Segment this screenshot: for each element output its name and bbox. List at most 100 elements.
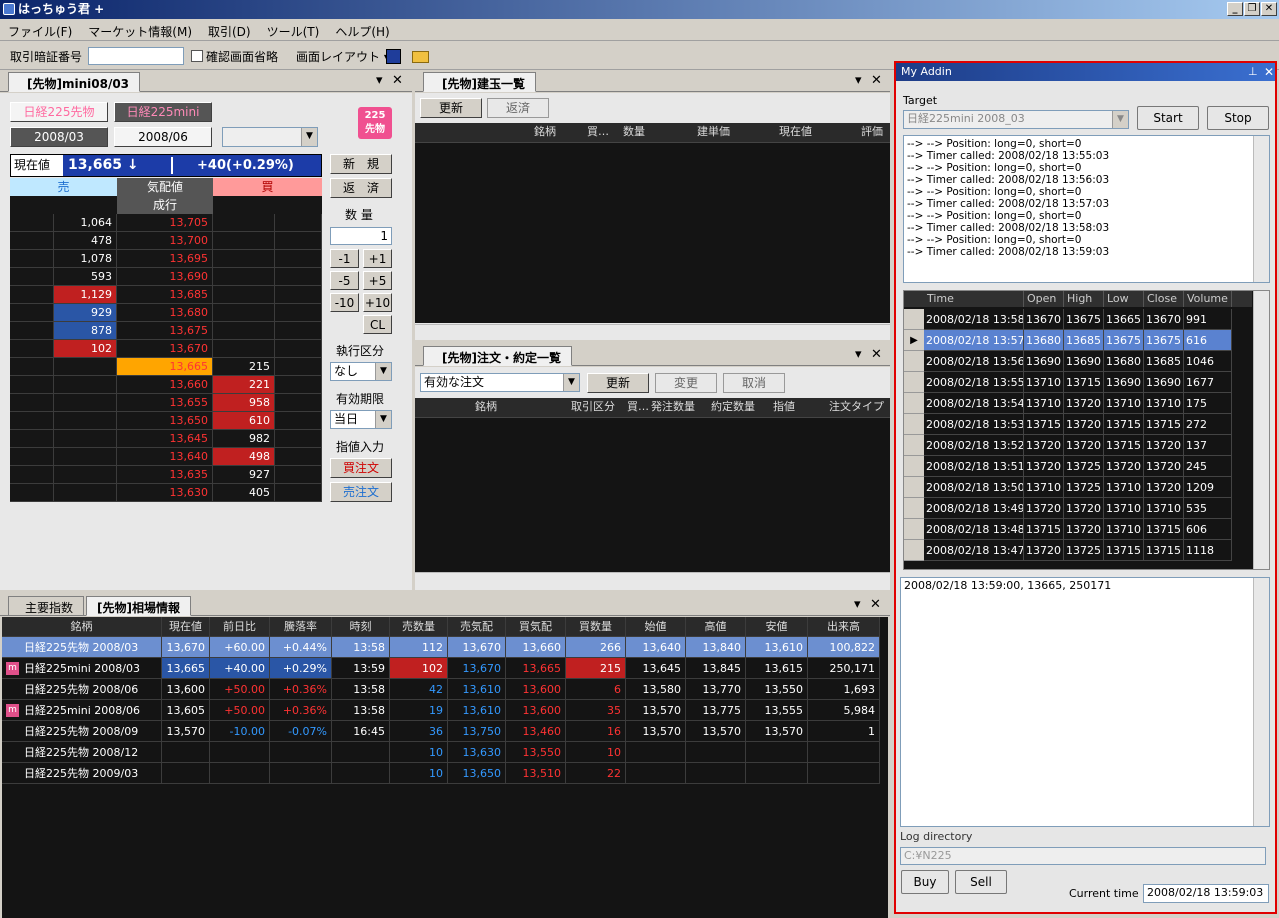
ohlc-value-cell[interactable]: 13670 xyxy=(1024,309,1064,330)
ohlc-value-cell[interactable]: 13715 xyxy=(1144,540,1184,561)
market-cell[interactable]: 112 xyxy=(390,637,448,658)
market-cell[interactable]: 13,845 xyxy=(686,658,746,679)
market-cell[interactable] xyxy=(626,763,686,784)
book-buy-qty[interactable]: 982 xyxy=(213,430,275,448)
book-buy-qty[interactable] xyxy=(213,268,275,286)
market-cell[interactable]: 13:58 xyxy=(332,637,390,658)
market-cell[interactable]: 13,610 xyxy=(448,700,506,721)
book-buy-qty[interactable] xyxy=(213,340,275,358)
book-sell-qty[interactable]: 1,064 xyxy=(54,214,117,232)
market-row-name[interactable]: 日経225先物 2008/03 xyxy=(2,637,162,658)
menu-market[interactable]: マーケット情報(M) xyxy=(80,19,200,44)
book-buy-spacer[interactable] xyxy=(275,340,322,358)
close-position-button[interactable]: 返 済 xyxy=(330,178,392,198)
book-buy-spacer[interactable] xyxy=(275,484,322,502)
book-sell-spacer[interactable] xyxy=(10,304,54,322)
market-cell[interactable]: 13,770 xyxy=(686,679,746,700)
row-header[interactable] xyxy=(904,372,924,393)
market-col-header[interactable]: 時刻 xyxy=(332,617,390,637)
market-cell[interactable]: 10 xyxy=(390,763,448,784)
market-cell[interactable]: -10.00 xyxy=(210,721,270,742)
book-sell-qty[interactable]: 593 xyxy=(54,268,117,286)
addin-sell-button[interactable]: Sell xyxy=(955,870,1007,894)
market-cell[interactable] xyxy=(332,763,390,784)
ohlc-value-cell[interactable]: 991 xyxy=(1184,309,1232,330)
book-sell-qty[interactable] xyxy=(54,484,117,502)
book-price[interactable]: 13,640 xyxy=(117,448,213,466)
book-buy-qty[interactable]: 958 xyxy=(213,394,275,412)
ohlc-value-cell[interactable]: 13680 xyxy=(1104,351,1144,372)
market-cell[interactable]: 6 xyxy=(566,679,626,700)
restore-button[interactable]: ❐ xyxy=(1244,2,1260,16)
market-cell[interactable]: 13,570 xyxy=(746,721,808,742)
market-cell[interactable]: 13,600 xyxy=(506,679,566,700)
market-cell[interactable]: 13,555 xyxy=(746,700,808,721)
book-buy-qty[interactable] xyxy=(213,322,275,340)
row-header[interactable] xyxy=(904,477,924,498)
tab-futures-mini[interactable]: [先物]mini08/03 xyxy=(8,72,141,92)
book-buy-spacer[interactable] xyxy=(275,412,322,430)
orders-menu-icon[interactable]: ▾ xyxy=(855,347,862,362)
qty-clear-button[interactable]: CL xyxy=(363,315,392,334)
ohlc-value-cell[interactable]: 13690 xyxy=(1064,351,1104,372)
ohlc-value-cell[interactable]: 272 xyxy=(1184,414,1232,435)
ohlc-value-cell[interactable]: 13715 xyxy=(1144,519,1184,540)
ohlc-value-cell[interactable]: 13720 xyxy=(1144,477,1184,498)
market-cell[interactable]: 102 xyxy=(390,658,448,679)
ohlc-value-cell[interactable]: 13720 xyxy=(1144,456,1184,477)
market-cell[interactable] xyxy=(210,742,270,763)
ohlc-value-cell[interactable]: 13720 xyxy=(1024,456,1064,477)
market-col-header[interactable]: 銘柄 xyxy=(2,617,162,637)
market-cell[interactable] xyxy=(808,742,880,763)
ohlc-value-cell[interactable]: 13710 xyxy=(1104,393,1144,414)
ohlc-time-cell[interactable]: 2008/02/18 13:47 xyxy=(924,540,1024,561)
positions-hscroll[interactable] xyxy=(415,324,890,340)
ohlc-value-cell[interactable]: 13715 xyxy=(1024,519,1064,540)
market-cell[interactable] xyxy=(270,742,332,763)
ohlc-value-cell[interactable]: 13675 xyxy=(1144,330,1184,351)
market-row-name[interactable]: 日経225先物 2008/09 xyxy=(2,721,162,742)
market-cell[interactable]: 35 xyxy=(566,700,626,721)
market-cell[interactable] xyxy=(210,763,270,784)
book-buy-qty[interactable] xyxy=(213,232,275,250)
book-sell-qty[interactable]: 478 xyxy=(54,232,117,250)
ohlc-time-cell[interactable]: 2008/02/18 13:57 xyxy=(924,330,1024,351)
book-sell-spacer[interactable] xyxy=(10,286,54,304)
menu-file[interactable]: ファイル(F) xyxy=(0,19,80,44)
book-buy-spacer[interactable] xyxy=(275,250,322,268)
ohlc-value-cell[interactable]: 13720 xyxy=(1064,519,1104,540)
book-buy-qty[interactable]: 610 xyxy=(213,412,275,430)
market-cell[interactable]: 16:45 xyxy=(332,721,390,742)
market-cell[interactable]: 13,670 xyxy=(162,637,210,658)
book-price[interactable]: 13,695 xyxy=(117,250,213,268)
market-row-name[interactable]: 日経225mini 2008/03 xyxy=(2,658,162,679)
market-cell[interactable]: 13:58 xyxy=(332,679,390,700)
orders-hscroll[interactable] xyxy=(415,572,890,588)
ohlc-value-cell[interactable]: 13720 xyxy=(1024,498,1064,519)
book-buy-qty[interactable]: 215 xyxy=(213,358,275,376)
market-cell[interactable]: 13:59 xyxy=(332,658,390,679)
book-price[interactable]: 13,655 xyxy=(117,394,213,412)
market-cell[interactable]: 42 xyxy=(390,679,448,700)
book-sell-qty[interactable]: 878 xyxy=(54,322,117,340)
book-sell-qty[interactable]: 929 xyxy=(54,304,117,322)
menu-help[interactable]: ヘルプ(H) xyxy=(327,19,397,44)
target-select[interactable]: 日経225mini 2008_03 ▼ xyxy=(903,110,1129,129)
market-cell[interactable]: -0.07% xyxy=(270,721,332,742)
addin-output-box[interactable]: 2008/02/18 13:59:00, 13665, 250171 xyxy=(900,577,1270,827)
market-cell[interactable]: 13,650 xyxy=(448,763,506,784)
ohlc-value-cell[interactable]: 535 xyxy=(1184,498,1232,519)
market-cell[interactable]: 5,984 xyxy=(808,700,880,721)
market-col-header[interactable]: 買数量 xyxy=(566,617,626,637)
market-cell[interactable]: 13,660 xyxy=(506,637,566,658)
ohlc-value-cell[interactable]: 13690 xyxy=(1104,372,1144,393)
market-cell[interactable]: 13,570 xyxy=(162,721,210,742)
month-2008-06-button[interactable]: 2008/06 xyxy=(114,127,212,147)
market-cell[interactable]: 13,550 xyxy=(746,679,808,700)
row-header[interactable] xyxy=(904,519,924,540)
market-cell[interactable] xyxy=(270,763,332,784)
open-folder-icon[interactable] xyxy=(412,51,429,63)
ohlc-value-cell[interactable]: 13690 xyxy=(1024,351,1064,372)
market-col-header[interactable]: 高値 xyxy=(686,617,746,637)
book-buy-spacer[interactable] xyxy=(275,448,322,466)
